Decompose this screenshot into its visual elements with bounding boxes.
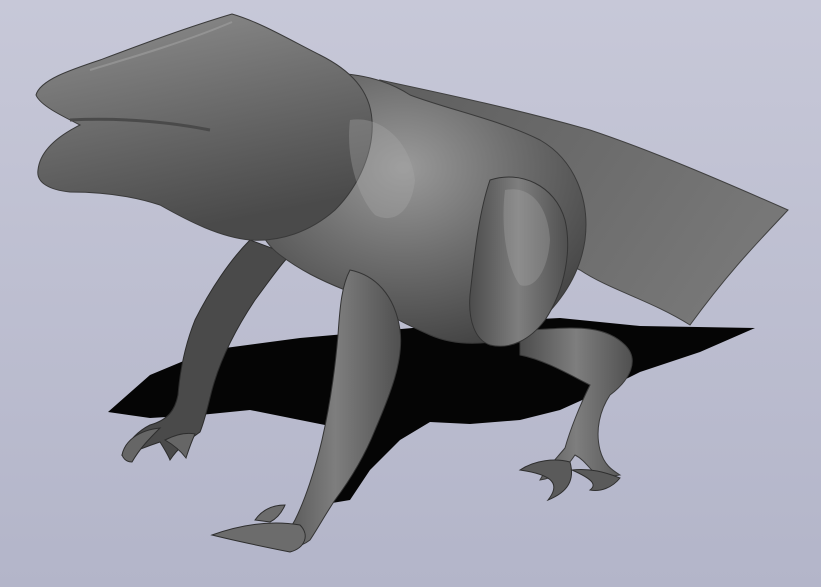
creature-render xyxy=(0,0,821,587)
render-viewport xyxy=(0,0,821,587)
